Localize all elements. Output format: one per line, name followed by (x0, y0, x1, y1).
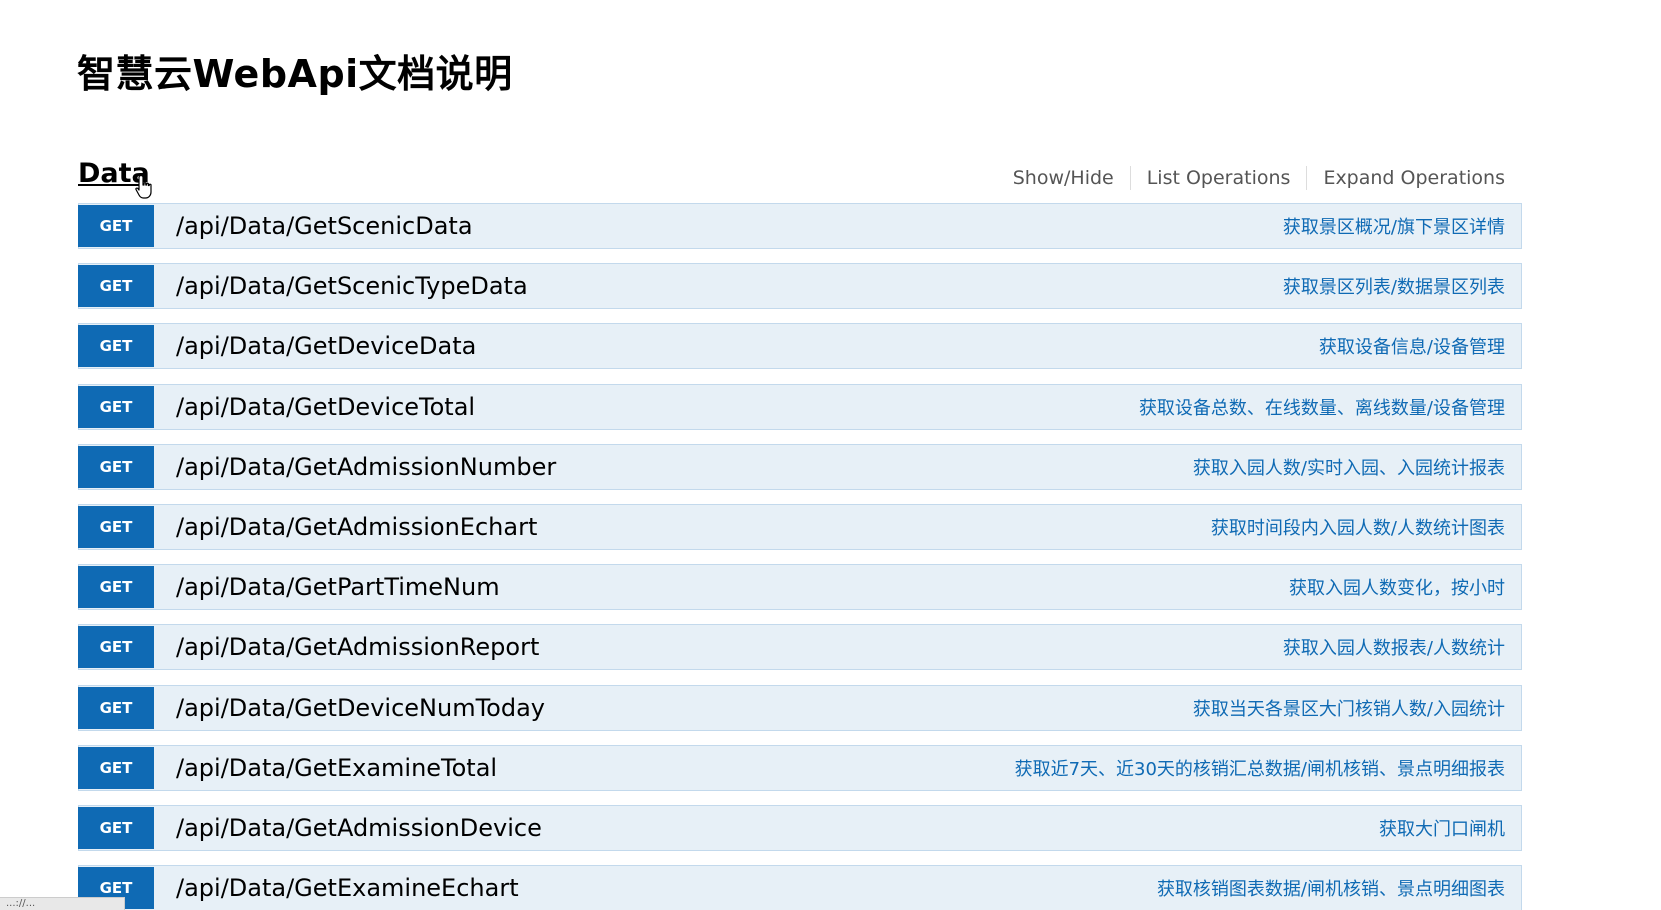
operation-summary[interactable]: 获取景区列表/数据景区列表 (1283, 273, 1505, 299)
operation-summary[interactable]: 获取入园人数/实时入园、入园统计报表 (1193, 454, 1505, 480)
operation-path[interactable]: /api/Data/GetExamineEchart (176, 874, 519, 902)
operation-path[interactable]: /api/Data/GetScenicData (176, 212, 473, 240)
section-actions: Show/Hide List Operations Expand Operati… (997, 166, 1505, 190)
method-badge: GET (78, 746, 154, 789)
operation-row[interactable]: GET /api/Data/GetAdmissionNumber 获取入园人数/… (78, 443, 1522, 490)
operation-summary[interactable]: 获取入园人数变化，按小时 (1289, 574, 1505, 600)
operation-summary[interactable]: 获取设备信息/设备管理 (1319, 333, 1505, 359)
status-bar: ...://... (0, 897, 125, 910)
list-operations-link[interactable]: List Operations (1131, 167, 1307, 189)
operations-list: GET /api/Data/GetScenicData 获取景区概况/旗下景区详… (78, 203, 1522, 910)
operation-summary[interactable]: 获取景区概况/旗下景区详情 (1283, 213, 1505, 239)
method-badge: GET (78, 806, 154, 849)
show-hide-link[interactable]: Show/Hide (997, 167, 1130, 189)
method-badge: GET (78, 205, 154, 247)
operation-path[interactable]: /api/Data/GetDeviceNumToday (176, 694, 545, 722)
operation-path[interactable]: /api/Data/GetDeviceData (176, 332, 476, 360)
operation-summary[interactable]: 获取入园人数报表/人数统计 (1283, 634, 1505, 660)
method-badge: GET (78, 325, 154, 368)
operation-path[interactable]: /api/Data/GetScenicTypeData (176, 272, 528, 300)
operation-row[interactable]: GET /api/Data/GetScenicTypeData 获取景区列表/数… (78, 263, 1522, 310)
operation-row[interactable]: GET /api/Data/GetDeviceData 获取设备信息/设备管理 (78, 323, 1522, 370)
operation-row[interactable]: GET /api/Data/GetDeviceTotal 获取设备总数、在线数量… (78, 383, 1522, 430)
operation-path[interactable]: /api/Data/GetAdmissionEchart (176, 513, 537, 541)
operation-summary[interactable]: 获取大门口闸机 (1379, 815, 1505, 841)
method-badge: GET (78, 686, 154, 729)
section-header: Data Show/Hide List Operations Expand Op… (78, 150, 1519, 202)
operation-row[interactable]: GET /api/Data/GetAdmissionEchart 获取时间段内入… (78, 503, 1522, 550)
method-badge: GET (78, 385, 154, 428)
method-badge: GET (78, 505, 154, 548)
operation-path[interactable]: /api/Data/GetAdmissionDevice (176, 814, 542, 842)
operation-row[interactable]: GET /api/Data/GetPartTimeNum 获取入园人数变化，按小… (78, 564, 1522, 611)
operation-summary[interactable]: 获取设备总数、在线数量、离线数量/设备管理 (1139, 394, 1505, 420)
method-badge: GET (78, 566, 154, 609)
method-badge: GET (78, 445, 154, 488)
operation-summary[interactable]: 获取近7天、近30天的核销汇总数据/闸机核销、景点明细报表 (1015, 755, 1505, 781)
hand-pointer-icon (135, 174, 152, 199)
method-badge: GET (78, 626, 154, 669)
operation-summary[interactable]: 获取核销图表数据/闸机核销、景点明细图表 (1157, 875, 1505, 901)
operation-path[interactable]: /api/Data/GetDeviceTotal (176, 393, 475, 421)
operation-row[interactable]: GET /api/Data/GetExamineTotal 获取近7天、近30天… (78, 744, 1522, 791)
operation-path[interactable]: /api/Data/GetPartTimeNum (176, 573, 500, 601)
operation-summary[interactable]: 获取时间段内入园人数/人数统计图表 (1211, 514, 1505, 540)
operation-path[interactable]: /api/Data/GetAdmissionReport (176, 633, 539, 661)
operation-path[interactable]: /api/Data/GetAdmissionNumber (176, 453, 556, 481)
operation-summary[interactable]: 获取当天各景区大门核销人数/入园统计 (1193, 695, 1505, 721)
operation-row[interactable]: GET /api/Data/GetExamineEchart 获取核销图表数据/… (78, 865, 1522, 910)
operation-path[interactable]: /api/Data/GetExamineTotal (176, 754, 497, 782)
operation-row[interactable]: GET /api/Data/GetScenicData 获取景区概况/旗下景区详… (78, 203, 1522, 249)
method-badge: GET (78, 265, 154, 308)
operation-row[interactable]: GET /api/Data/GetDeviceNumToday 获取当天各景区大… (78, 684, 1522, 731)
page-title: 智慧云WebApi文档说明 (77, 52, 513, 96)
operation-row[interactable]: GET /api/Data/GetAdmissionReport 获取入园人数报… (78, 624, 1522, 671)
expand-operations-link[interactable]: Expand Operations (1307, 167, 1505, 189)
operation-row[interactable]: GET /api/Data/GetAdmissionDevice 获取大门口闸机 (78, 804, 1522, 851)
